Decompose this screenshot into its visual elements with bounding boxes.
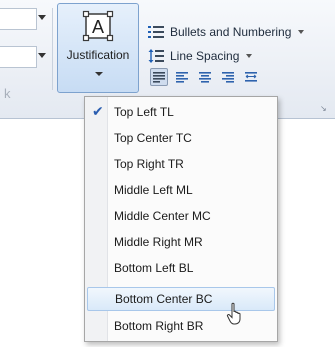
chevron-down-icon bbox=[298, 30, 305, 34]
line-spacing-button[interactable]: Line Spacing bbox=[148, 46, 253, 66]
menu-item-top-right[interactable]: Top Right TR bbox=[109, 153, 275, 177]
bullets-list-icon bbox=[148, 26, 164, 38]
line-spacing-label: Line Spacing bbox=[170, 49, 240, 63]
menu-item-bottom-right[interactable]: Bottom Right BR bbox=[109, 315, 275, 339]
ribbon-separator bbox=[52, 8, 53, 90]
partial-dropdown-top[interactable] bbox=[0, 8, 46, 30]
paragraph-alignment-group bbox=[150, 68, 265, 86]
align-left-icon bbox=[176, 72, 188, 83]
svg-text:A: A bbox=[92, 17, 104, 37]
justification-label: Justification bbox=[66, 48, 130, 62]
align-left-button[interactable] bbox=[173, 68, 191, 86]
justification-button[interactable]: A Justification bbox=[57, 3, 139, 93]
chevron-down-icon bbox=[246, 54, 253, 58]
menu-item-label: Bottom Right BR bbox=[114, 319, 204, 333]
menu-item-middle-center[interactable]: Middle Center MC bbox=[109, 205, 275, 229]
menu-item-label: Middle Center MC bbox=[114, 209, 211, 223]
menu-item-label: Top Right TR bbox=[114, 157, 184, 171]
align-center-icon bbox=[199, 72, 211, 83]
chevron-down-icon bbox=[95, 72, 103, 76]
justification-dropdown-menu: ✔ Top Left TL Top Center TC Top Right TR… bbox=[84, 96, 278, 342]
partial-label: k bbox=[4, 86, 11, 101]
distribute-button[interactable] bbox=[242, 68, 260, 86]
align-right-icon bbox=[222, 72, 234, 83]
menu-item-label: Bottom Left BL bbox=[114, 261, 194, 275]
align-center-button[interactable] bbox=[196, 68, 214, 86]
menu-item-label: Top Left TL bbox=[114, 105, 174, 119]
menu-item-bottom-left[interactable]: Bottom Left BL bbox=[109, 257, 275, 281]
checkmark-icon: ✔ bbox=[92, 103, 104, 119]
menu-item-label: Middle Left ML bbox=[114, 183, 193, 197]
menu-item-label: Bottom Center BC bbox=[115, 292, 213, 306]
menu-item-middle-right[interactable]: Middle Right MR bbox=[109, 231, 275, 255]
menu-item-bottom-center[interactable]: Bottom Center BC bbox=[87, 287, 275, 311]
menu-item-top-left[interactable]: ✔ Top Left TL bbox=[92, 101, 275, 125]
justify-left-button[interactable] bbox=[150, 68, 168, 86]
menu-item-label: Middle Right MR bbox=[114, 235, 203, 249]
distribute-icon bbox=[245, 72, 257, 82]
menu-item-label: Top Center TC bbox=[114, 131, 192, 145]
text-frame-a-icon: A bbox=[82, 10, 114, 42]
align-right-button[interactable] bbox=[219, 68, 237, 86]
line-spacing-icon bbox=[148, 49, 164, 63]
hand-pointer-cursor-icon bbox=[226, 302, 241, 325]
chevron-down-icon bbox=[38, 53, 46, 58]
justify-left-icon bbox=[153, 72, 165, 83]
menu-item-middle-left[interactable]: Middle Left ML bbox=[109, 179, 275, 203]
partial-dropdown-bottom[interactable] bbox=[0, 46, 46, 68]
chevron-down-icon bbox=[38, 15, 46, 20]
dialog-launcher-icon[interactable]: ↘ bbox=[320, 104, 327, 113]
bullets-and-numbering-button[interactable]: Bullets and Numbering bbox=[148, 22, 305, 42]
menu-item-top-center[interactable]: Top Center TC bbox=[109, 127, 275, 151]
bullets-and-numbering-label: Bullets and Numbering bbox=[170, 25, 292, 39]
